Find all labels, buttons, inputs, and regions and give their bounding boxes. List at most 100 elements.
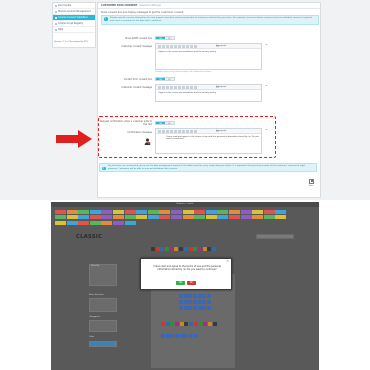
image-icon[interactable] [194,45,197,48]
swatch[interactable] [179,300,183,304]
swatch[interactable] [207,306,212,310]
swatch[interactable] [169,247,174,251]
swatch[interactable] [175,322,180,326]
image-icon[interactable] [194,86,197,89]
tag-chip[interactable] [240,215,252,219]
swatch[interactable] [161,334,165,338]
save-button[interactable]: Save [307,179,315,189]
color-filter-button[interactable] [89,341,117,347]
tag-chip[interactable] [136,215,148,219]
italic-icon[interactable] [170,86,173,89]
bold-icon[interactable] [166,86,169,89]
tag-chip[interactable] [124,221,136,225]
swatch[interactable] [161,322,165,326]
show-consent-toggle[interactable]: YES NO [155,36,175,40]
toggle-yes[interactable]: YES [156,37,165,39]
swatch[interactable] [170,334,175,338]
swatch[interactable] [183,294,188,298]
align-center-icon[interactable] [182,45,185,48]
tag-chip[interactable] [55,215,66,219]
swatch[interactable] [211,247,216,251]
tag-chip[interactable] [66,210,78,214]
underline-icon[interactable] [174,86,177,89]
tag-chip[interactable] [182,215,194,219]
tag-chip[interactable] [78,210,90,214]
shop-logo[interactable]: CLASSIC [76,234,102,240]
swatch[interactable] [151,247,155,251]
search-input[interactable] [256,234,294,239]
swatch[interactable] [202,300,207,304]
close-icon[interactable]: × [226,259,229,263]
tag-chip[interactable] [205,210,217,214]
tag-chip[interactable] [263,215,275,219]
tag-chip[interactable] [170,215,182,219]
undo-icon[interactable] [162,45,165,48]
tag-chip[interactable] [89,210,101,214]
swatch[interactable] [165,334,170,338]
tag-chip[interactable] [228,210,240,214]
swatch[interactable] [193,322,198,326]
swatch[interactable] [197,300,202,304]
undo-icon[interactable] [162,86,165,89]
swatch[interactable] [188,306,193,310]
paragraph-select[interactable]: Paragraph [216,44,226,48]
swatch[interactable] [202,294,207,298]
swatch[interactable] [179,294,183,298]
tag-chip[interactable] [228,215,240,219]
tag-chip[interactable] [252,215,264,219]
tag-chip[interactable] [194,215,206,219]
swatch[interactable] [165,247,170,251]
yes-button[interactable]: Yes [176,281,185,286]
tag-chip[interactable] [78,221,90,225]
tag-chip[interactable] [263,210,275,214]
tag-chip[interactable] [124,215,136,219]
swatch[interactable] [189,334,194,338]
tag-chip[interactable] [112,215,124,219]
language-selector[interactable]: en [264,85,269,89]
tag-chip[interactable] [275,215,287,219]
tag-chip[interactable] [101,221,113,225]
toggle-no[interactable]: NO [165,78,174,80]
underline-icon[interactable] [174,45,177,48]
consent-message-editor[interactable]: Paragraph I agree to the terms and condi… [155,43,262,70]
tag-chip[interactable] [194,210,206,214]
swatch[interactable] [179,334,184,338]
tag-chip[interactable] [89,215,101,219]
swatch[interactable] [189,322,194,326]
swatch[interactable] [179,322,184,326]
link-icon[interactable] [186,45,189,48]
swatch[interactable] [184,322,189,326]
italic-icon[interactable] [170,45,173,48]
swatch[interactable] [155,247,160,251]
tag-chip[interactable] [124,210,136,214]
language-selector[interactable]: en [264,44,269,48]
tag-chip[interactable] [182,210,194,214]
sidebar-item-help[interactable]: Help [53,27,95,33]
toggle-no[interactable]: NO [165,37,174,39]
swatch[interactable] [188,294,193,298]
swatch[interactable] [179,247,184,251]
swatch[interactable] [193,300,198,304]
swatch[interactable] [184,334,189,338]
swatch[interactable] [207,322,212,326]
swatch[interactable] [183,300,188,304]
swatch[interactable] [175,334,180,338]
tag-chip[interactable] [147,215,159,219]
tag-chip[interactable] [136,210,148,214]
list-icon[interactable] [190,45,193,48]
swatch[interactable] [193,294,198,298]
swatch[interactable] [193,306,198,310]
source-icon[interactable] [158,45,161,48]
align-left-icon[interactable] [178,86,181,89]
align-center-icon[interactable] [182,86,185,89]
tag-chip[interactable] [101,215,113,219]
tag-chip[interactable] [89,221,101,225]
swatch[interactable] [160,247,165,251]
source-icon[interactable] [158,86,161,89]
tag-chip[interactable] [112,210,124,214]
tag-chip[interactable] [217,215,229,219]
swatch[interactable] [183,247,188,251]
editor-content[interactable]: I agree to the terms and conditions and … [156,49,261,55]
tag-chip[interactable] [55,210,66,214]
swatch[interactable] [193,247,198,251]
